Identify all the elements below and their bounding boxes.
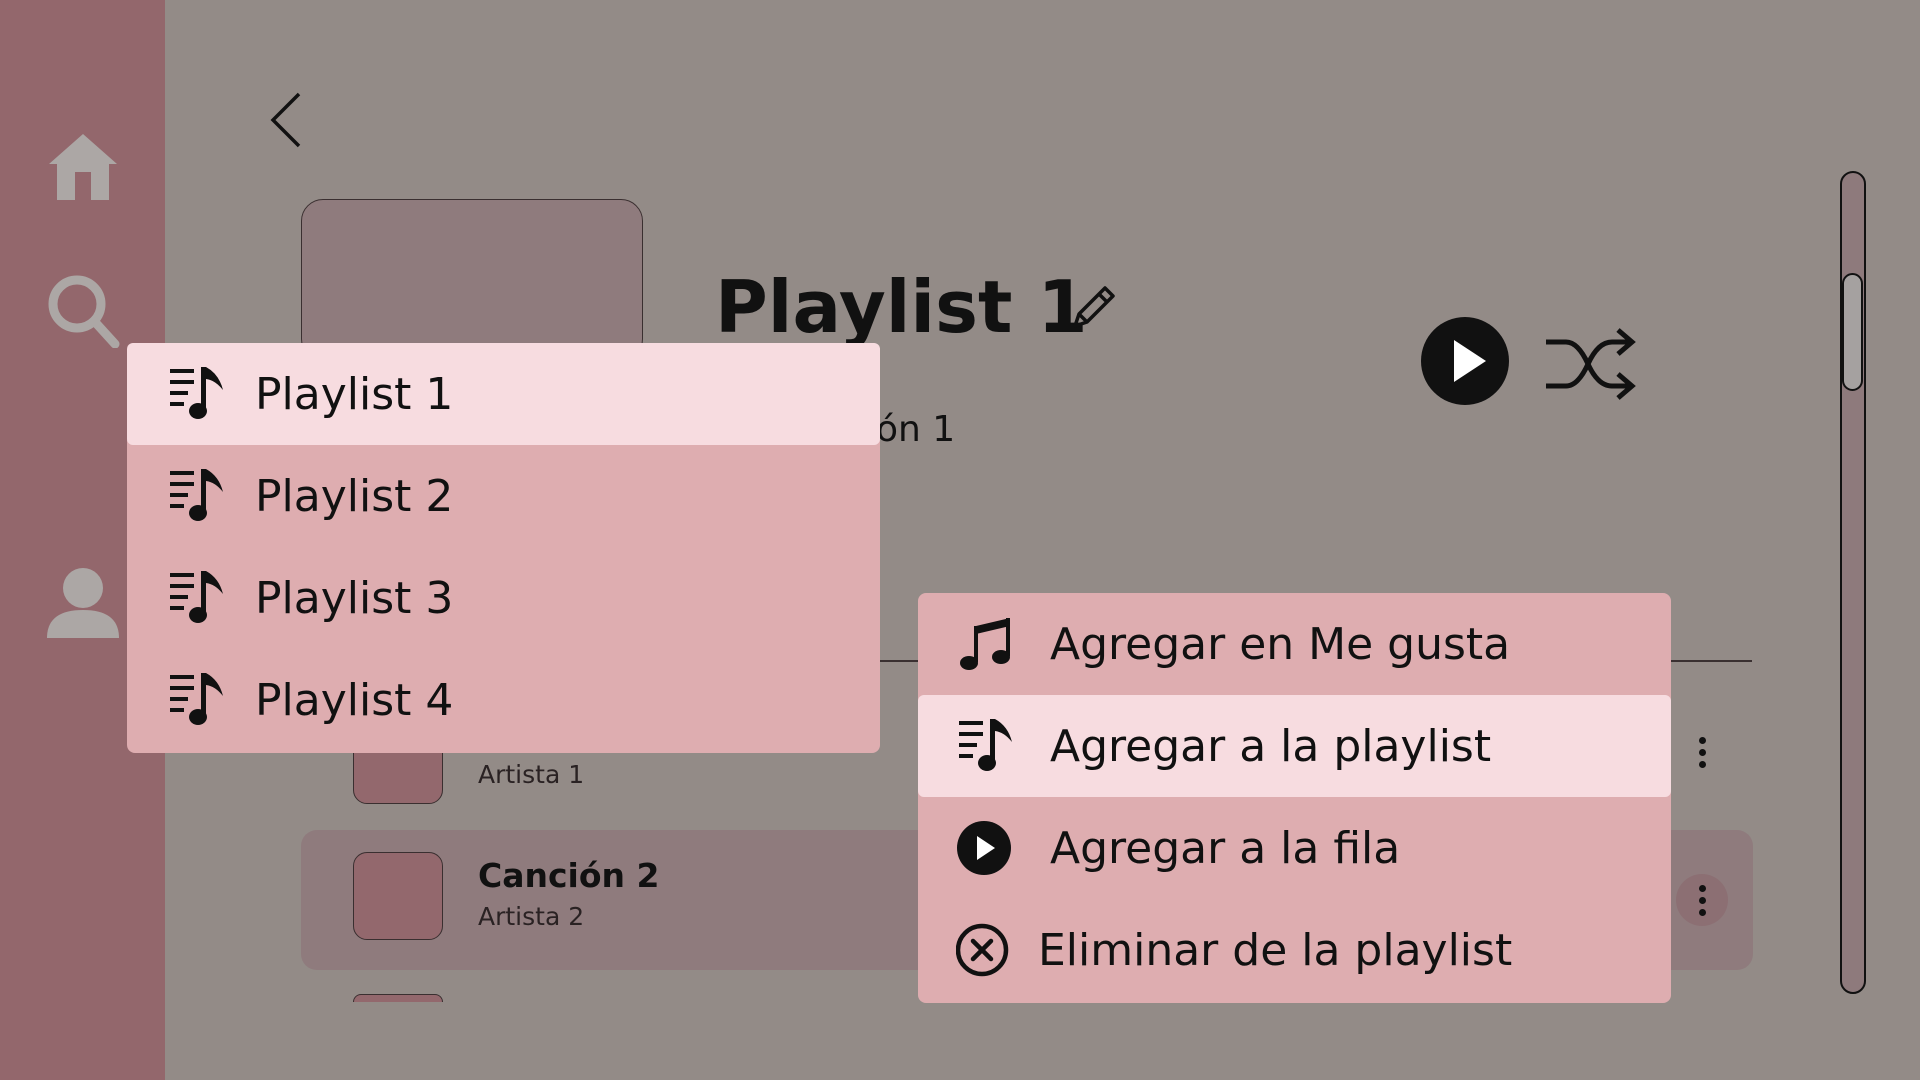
menu-item-label: Playlist 1	[255, 368, 454, 420]
kebab-dot	[1699, 909, 1706, 916]
menu-item-label: Agregar en Me gusta	[1050, 618, 1511, 670]
scrollbar-thumb[interactable]	[1842, 273, 1863, 391]
more-options-button[interactable]	[1676, 874, 1728, 926]
shuffle-button[interactable]	[1542, 326, 1638, 402]
play-circle-icon	[957, 821, 1011, 875]
menu-item-label: Playlist 3	[255, 572, 454, 624]
kebab-dot	[1699, 897, 1706, 904]
menu-item-add-to-likes[interactable]: Agregar en Me gusta	[918, 593, 1671, 695]
menu-item-add-to-queue[interactable]: Agregar a la fila	[918, 797, 1671, 899]
playlist-cover	[301, 199, 643, 361]
menu-item-label: Eliminar de la playlist	[1038, 924, 1513, 976]
chevron-left-icon	[270, 92, 301, 148]
track-cover	[353, 852, 443, 940]
menu-item-remove-from-playlist[interactable]: Eliminar de la playlist	[918, 899, 1671, 1001]
playlist-title: Playlist 1	[715, 265, 1088, 349]
playlist-music-icon	[170, 673, 223, 725]
play-button[interactable]	[1420, 316, 1510, 406]
playlist-music-icon	[959, 719, 1012, 771]
profile-icon[interactable]	[45, 566, 121, 642]
menu-item-playlist-1[interactable]: Playlist 1	[127, 343, 880, 445]
search-icon[interactable]	[45, 272, 121, 348]
pencil-icon	[1073, 286, 1115, 328]
kebab-dot	[1699, 737, 1706, 744]
menu-item-playlist-4[interactable]: Playlist 4	[127, 649, 880, 751]
kebab-dot	[1699, 761, 1706, 768]
track-title: Canción 2	[478, 856, 660, 895]
menu-item-label: Agregar a la fila	[1050, 822, 1401, 874]
kebab-dot	[1699, 749, 1706, 756]
menu-item-label: Playlist 2	[255, 470, 454, 522]
play-circle-icon	[1421, 317, 1509, 405]
menu-item-label: Playlist 4	[255, 674, 454, 726]
playlist-submenu: Playlist 1 Playlist 2 Playlist 3 Playlis…	[127, 343, 880, 753]
edit-button[interactable]	[1065, 280, 1121, 336]
music-note-icon	[960, 618, 1010, 670]
track-context-menu: Agregar en Me gusta Agregar a la playlis…	[918, 593, 1671, 1003]
track-cover	[353, 994, 443, 1002]
track-artist: Artista 1	[478, 760, 585, 789]
playlist-music-icon	[170, 469, 223, 521]
kebab-dot	[1699, 885, 1706, 892]
scrollbar[interactable]	[1840, 171, 1866, 994]
playlist-music-icon	[170, 367, 223, 419]
shuffle-icon	[1546, 328, 1636, 400]
more-options-button[interactable]	[1676, 726, 1728, 778]
menu-item-add-to-playlist[interactable]: Agregar a la playlist	[918, 695, 1671, 797]
menu-item-playlist-3[interactable]: Playlist 3	[127, 547, 880, 649]
menu-item-playlist-2[interactable]: Playlist 2	[127, 445, 880, 547]
remove-circle-icon	[956, 923, 1009, 977]
back-button[interactable]	[265, 90, 305, 150]
home-icon[interactable]	[45, 128, 121, 204]
menu-item-label: Agregar a la playlist	[1050, 720, 1492, 772]
track-artist: Artista 2	[478, 902, 585, 931]
playlist-music-icon	[170, 571, 223, 623]
